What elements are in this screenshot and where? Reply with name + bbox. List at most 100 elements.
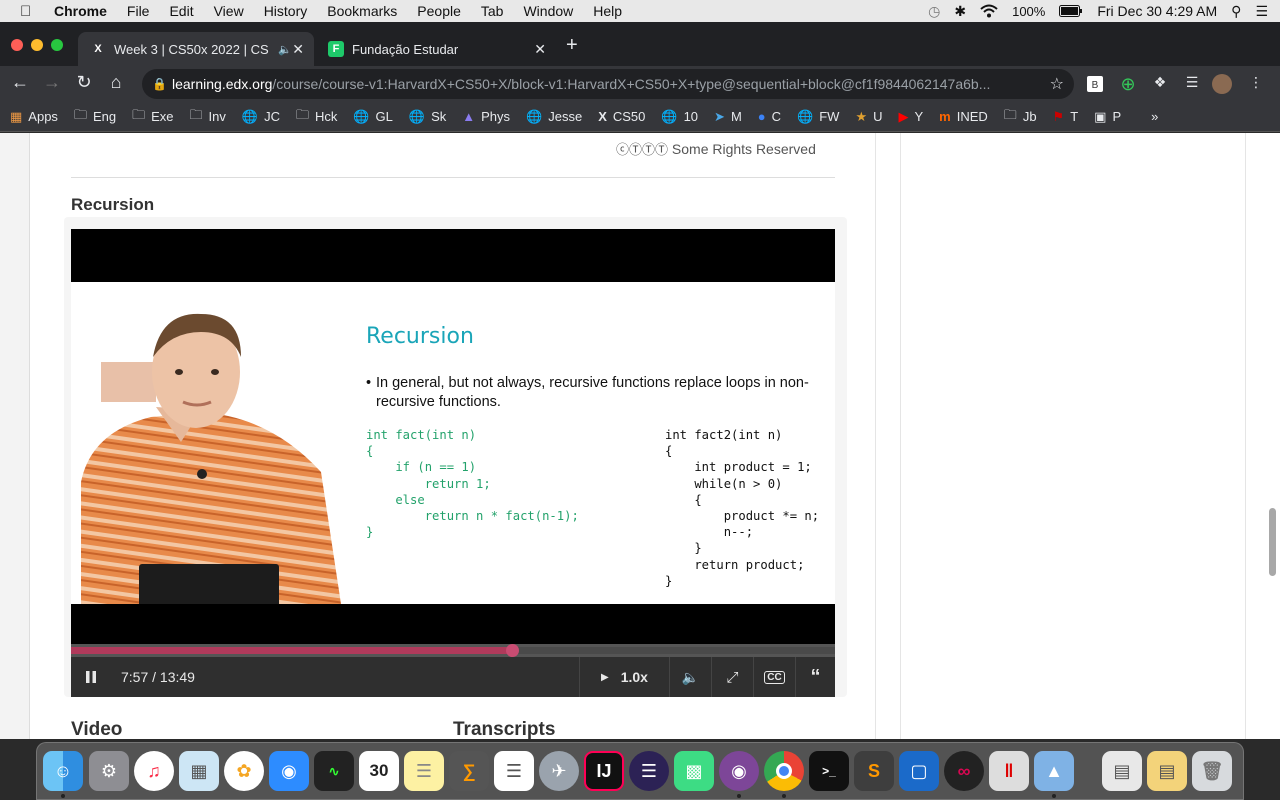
zoom-icon[interactable]: ◉ — [269, 751, 309, 791]
bookmark-y[interactable]: ▶ Y — [899, 109, 924, 125]
back-button[interactable]: ← — [8, 72, 32, 93]
page-scrollbar[interactable] — [1269, 508, 1276, 576]
address-bar[interactable]: 🔒 learning.edx.org /course/course-v1:Har… — [142, 69, 1074, 99]
tor-browser-icon[interactable]: ◉ — [719, 751, 759, 791]
music-icon[interactable]: ♫ — [134, 751, 174, 791]
tab-week3-cs50x[interactable]: X Week 3 | CS50x 2022 | CS 🔈 ✕ — [78, 32, 314, 66]
zoom-window-button[interactable] — [51, 39, 63, 51]
reminders-icon[interactable]: ☰ — [494, 751, 534, 791]
android-studio-icon[interactable]: ▩ — [674, 751, 714, 791]
trash-icon[interactable]: 🗑 — [1192, 751, 1232, 791]
notes-icon[interactable]: ☰ — [404, 751, 444, 791]
close-tab-icon[interactable]: ✕ — [534, 41, 546, 58]
youtube-icon: ▶ — [898, 108, 909, 124]
sublime-text-icon[interactable]: S — [854, 751, 894, 791]
bookmark-t[interactable]: ⚑ T — [1053, 109, 1079, 125]
pause-button[interactable] — [71, 657, 111, 697]
menu-history[interactable]: History — [264, 3, 308, 19]
spotlight-search-icon[interactable]: ⚲ — [1231, 3, 1241, 20]
forward-button[interactable]: → — [40, 72, 64, 93]
closed-captions-button[interactable]: CC — [753, 657, 795, 697]
bookmark-jb[interactable]: 🗀 Jb — [1004, 106, 1037, 128]
extension-b-icon[interactable]: B — [1087, 76, 1103, 92]
calculator-icon[interactable]: ∑ — [449, 751, 489, 791]
preview-icon[interactable]: ▦ — [179, 751, 219, 791]
menu-view[interactable]: View — [214, 3, 244, 19]
bookmark-exe[interactable]: 🗀 Exe — [132, 106, 173, 128]
menu-window[interactable]: Window — [523, 3, 573, 19]
home-button[interactable]: ⌂ — [104, 72, 128, 93]
menu-file[interactable]: File — [127, 3, 150, 19]
debian-icon[interactable]: ∞ — [944, 751, 984, 791]
chrome-icon[interactable] — [764, 751, 804, 791]
bookmark-apps[interactable]: ▦ Apps — [10, 109, 58, 125]
bookmark-p[interactable]: ▣ P — [1094, 109, 1121, 125]
speed-control[interactable]: ▶ 1.0x — [579, 657, 669, 697]
eclipse-icon[interactable]: ☰ — [629, 751, 669, 791]
bookmark-hck[interactable]: 🗀 Hck — [296, 106, 337, 128]
menu-tab[interactable]: Tab — [481, 3, 504, 19]
menu-bookmarks[interactable]: Bookmarks — [327, 3, 397, 19]
bookmark-sk[interactable]: 🌐 Sk — [409, 109, 446, 125]
lock-icon[interactable]: 🔒 — [152, 77, 172, 91]
menu-app-name[interactable]: Chrome — [54, 3, 107, 19]
video-player[interactable]: Recursion • In general, but not always, … — [71, 229, 835, 644]
bookmarks-overflow-icon[interactable]: » — [1151, 109, 1158, 124]
parallels-icon[interactable]: ‖ — [989, 751, 1029, 791]
virtualbox-icon[interactable]: ▢ — [899, 751, 939, 791]
control-center-icon[interactable]: ☰ — [1255, 3, 1268, 20]
minimize-window-button[interactable] — [31, 39, 43, 51]
transcript-toggle-button[interactable]: “ — [795, 657, 835, 697]
extension-plus-icon[interactable]: ⊕ — [1118, 74, 1138, 94]
finder-icon[interactable]: ☺ — [43, 751, 83, 791]
close-tab-icon[interactable]: ✕ — [292, 41, 304, 58]
bookmark-eng[interactable]: 🗀 Eng — [74, 106, 116, 128]
bookmark-jc[interactable]: 🌐 JC — [242, 109, 280, 125]
bookmark-10[interactable]: 🌐 10 — [661, 109, 698, 125]
tab-fundacao-estudar[interactable]: F Fundação Estudar ✕ — [316, 32, 556, 66]
bookmark-m[interactable]: ➤ M — [714, 109, 742, 125]
downloads-stack-icon[interactable]: ▤ — [1102, 751, 1142, 791]
reload-button[interactable]: ↻ — [72, 72, 96, 93]
video-progress-bar[interactable] — [71, 644, 835, 657]
system-preferences-icon[interactable]: ⚙ — [89, 751, 129, 791]
close-window-button[interactable] — [11, 39, 23, 51]
time-machine-icon[interactable]: ◷ — [928, 3, 940, 20]
profile-avatar[interactable] — [1212, 74, 1232, 94]
bookmark-c[interactable]: ● C — [758, 109, 781, 124]
menu-help[interactable]: Help — [593, 3, 622, 19]
launchpad-icon[interactable]: ✈ — [539, 751, 579, 791]
terminal-icon[interactable]: >_ — [809, 751, 849, 791]
bookmark-ined[interactable]: m INED — [939, 109, 988, 124]
fullscreen-button[interactable]: ⤢ — [711, 657, 753, 697]
wifi-icon[interactable] — [980, 4, 998, 18]
bookmark-star-icon[interactable]: ☆ — [1050, 74, 1064, 94]
chrome-menu-icon[interactable]: ⋮ — [1246, 74, 1266, 94]
bookmark-u[interactable]: ★ U — [855, 109, 882, 125]
progress-scrubber[interactable] — [505, 644, 519, 657]
license-notice[interactable]: ⓒⓉⓉⓉ Some Rights Reserved — [616, 139, 816, 158]
documents-stack-icon[interactable]: ▤ — [1147, 751, 1187, 791]
bookmark-inv[interactable]: 🗀 Inv — [190, 106, 226, 128]
intellij-icon[interactable]: IJ — [584, 751, 624, 791]
new-tab-button[interactable]: + — [566, 34, 578, 57]
bookmark-fw[interactable]: 🌐 FW — [797, 109, 839, 125]
menubar-clock[interactable]: Fri Dec 30 4:29 AM — [1097, 3, 1217, 19]
extensions-puzzle-icon[interactable]: ❖ — [1150, 74, 1170, 94]
image-capture-icon[interactable]: ▲ — [1034, 751, 1074, 791]
bookmark-phys[interactable]: ▲ Phys — [462, 109, 510, 124]
bookmark-jesse[interactable]: 🌐 Jesse — [526, 109, 582, 125]
tab-audio-icon[interactable]: 🔈 — [278, 43, 292, 56]
media-control-icon[interactable]: ☰ — [1182, 74, 1202, 94]
activity-monitor-icon[interactable]: ∿ — [314, 751, 354, 791]
apple-icon[interactable]:  — [20, 3, 38, 20]
bluetooth-icon[interactable]: ✱ — [954, 3, 966, 20]
calendar-icon[interactable]: 30 — [359, 751, 399, 791]
bookmark-gl[interactable]: 🌐 GL — [353, 109, 393, 125]
menu-people[interactable]: People — [417, 3, 461, 19]
battery-icon[interactable] — [1059, 5, 1083, 17]
menu-edit[interactable]: Edit — [169, 3, 193, 19]
volume-button[interactable]: 🔈 — [669, 657, 711, 697]
bookmark-cs50[interactable]: X CS50 — [598, 109, 645, 124]
photos-icon[interactable]: ✿ — [224, 751, 264, 791]
